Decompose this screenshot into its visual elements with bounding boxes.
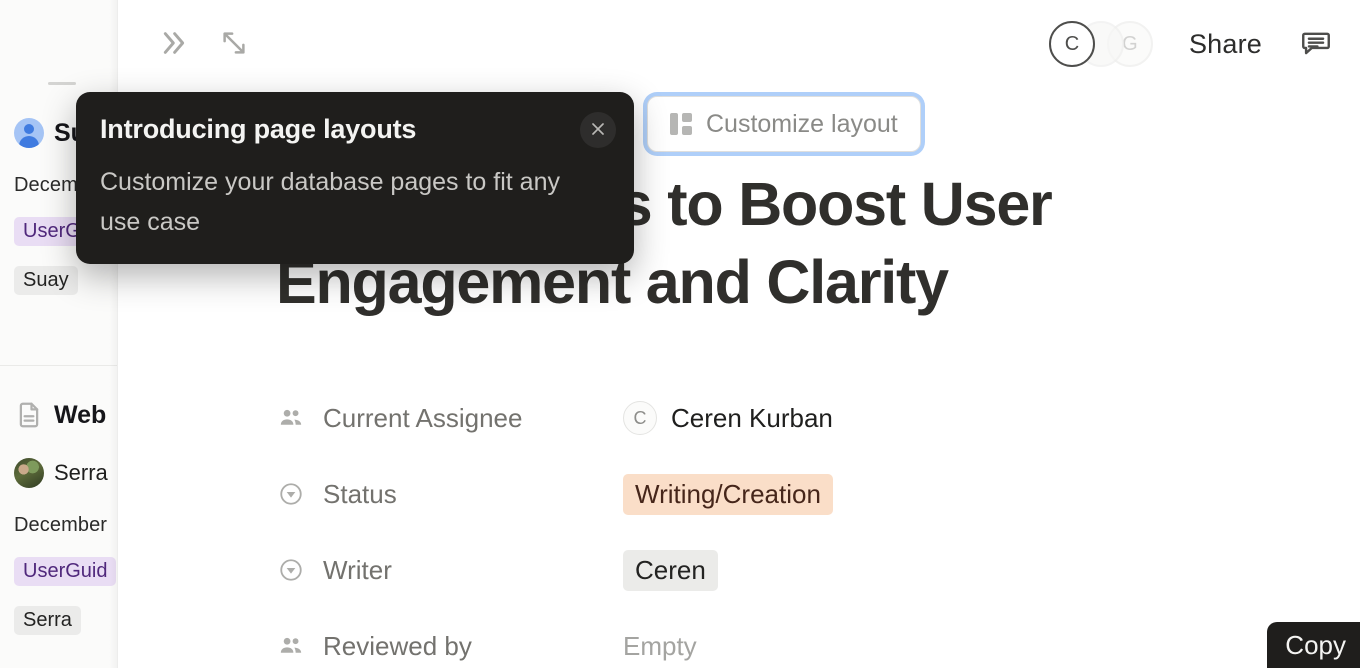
page-layouts-tooltip: Introducing page layouts Customize your … xyxy=(76,92,634,264)
top-bar: G C Share xyxy=(118,0,1360,88)
property-label-text: Status xyxy=(323,478,397,509)
comment-bubble-icon xyxy=(1299,26,1333,63)
sidebar-card-2-date: December xyxy=(14,514,108,536)
copy-tooltip[interactable]: Copy xyxy=(1267,622,1360,668)
writer-badge: Ceren xyxy=(623,549,718,591)
select-circle-icon xyxy=(278,481,304,507)
property-label-reviewed-by: Reviewed by xyxy=(278,631,623,662)
avatar-1[interactable]: C xyxy=(1048,21,1095,67)
property-label-text: Writer xyxy=(323,554,392,585)
property-value-current-assignee[interactable]: C Ceren Kurban xyxy=(623,401,833,435)
tooltip-title: Introducing page layouts xyxy=(100,114,417,144)
property-label-current-assignee: Current Assignee xyxy=(278,403,623,434)
property-value-reviewed-by[interactable]: Empty xyxy=(623,631,697,662)
property-row-reviewed-by[interactable]: Reviewed by Empty xyxy=(278,608,1318,668)
property-row-current-assignee[interactable]: Current Assignee C Ceren Kurban xyxy=(278,380,1318,456)
tooltip-body: Customize your database pages to fit any… xyxy=(100,168,560,236)
customize-layout-button[interactable]: Customize layout xyxy=(647,96,921,152)
close-x-icon xyxy=(588,119,608,142)
property-row-status[interactable]: Status Writing/Creation xyxy=(278,456,1318,532)
people-icon xyxy=(278,405,304,431)
sidebar-card-2-title: Web xyxy=(54,400,107,429)
sidebar-card-2-tag-grey[interactable]: Serra xyxy=(14,606,81,635)
double-chevron-right-icon xyxy=(156,27,188,62)
page-properties: Current Assignee C Ceren Kurban Status W… xyxy=(278,380,1318,668)
property-label-status: Status xyxy=(278,479,623,510)
property-label-writer: Writer xyxy=(278,555,623,586)
customize-layout-label: Customize layout xyxy=(706,109,898,138)
property-row-writer[interactable]: Writer Ceren xyxy=(278,532,1318,608)
fullscreen-button[interactable] xyxy=(212,22,256,66)
sidebar-card-2-person: Serra xyxy=(54,460,108,485)
expand-diagonal-icon xyxy=(219,28,249,61)
expand-sidebar-button[interactable] xyxy=(150,22,194,66)
people-icon xyxy=(278,633,304,659)
collaborator-avatars[interactable]: G C xyxy=(1048,21,1157,67)
sidebar-card-2[interactable]: Web Serra December UserGuid Serra xyxy=(0,400,117,635)
assignee-name: Ceren Kurban xyxy=(671,402,833,433)
sidebar-card-1-tag-grey[interactable]: Suay xyxy=(14,266,78,295)
property-label-text: Reviewed by xyxy=(323,630,472,661)
status-badge: Writing/Creation xyxy=(623,473,833,515)
person-chip: C Ceren Kurban xyxy=(623,401,833,435)
layout-columns-icon xyxy=(670,113,692,135)
select-circle-icon xyxy=(278,557,304,583)
copy-tooltip-label: Copy xyxy=(1285,629,1346,660)
sidebar-drag-handle[interactable] xyxy=(48,82,76,85)
property-value-writer[interactable]: Ceren xyxy=(623,549,718,591)
empty-placeholder: Empty xyxy=(623,630,697,661)
comments-button[interactable] xyxy=(1290,18,1342,70)
sidebar-divider xyxy=(0,365,117,366)
sidebar-card-2-header: Web xyxy=(14,400,107,430)
sidebar-card-2-person-row: Serra xyxy=(14,458,108,488)
property-value-status[interactable]: Writing/Creation xyxy=(623,473,833,515)
document-icon xyxy=(14,400,44,430)
sidebar-card-2-tag-purple[interactable]: UserGuid xyxy=(14,557,117,586)
top-bar-right-controls: G C Share xyxy=(1048,0,1342,88)
user-photo-avatar xyxy=(14,458,44,488)
tooltip-close-button[interactable] xyxy=(580,112,616,148)
top-bar-left-controls xyxy=(118,22,256,66)
assignee-avatar: C xyxy=(623,401,657,435)
property-label-text: Current Assignee xyxy=(323,402,523,433)
person-avatar-icon xyxy=(14,118,44,148)
share-button[interactable]: Share xyxy=(1175,23,1276,66)
notion-page-root: Su Decem UserG Suay Web Serra December U… xyxy=(0,0,1360,668)
